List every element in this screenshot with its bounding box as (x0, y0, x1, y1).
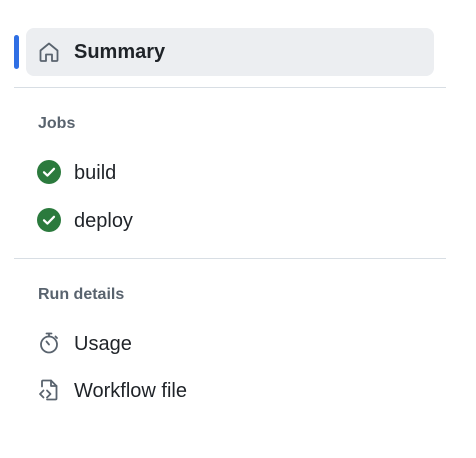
summary-nav-item[interactable]: Summary (26, 28, 434, 76)
file-code-icon (37, 378, 61, 402)
job-item-deploy[interactable]: deploy (26, 200, 434, 240)
divider (14, 258, 446, 259)
job-label: deploy (74, 210, 133, 232)
divider (14, 87, 446, 88)
job-item-build[interactable]: build (26, 152, 434, 192)
usage-nav-item[interactable]: Usage (26, 323, 434, 363)
summary-label: Summary (74, 41, 166, 63)
check-circle-icon (37, 208, 61, 232)
check-circle-icon (37, 160, 61, 184)
workflow-file-label: Workflow file (74, 380, 187, 402)
run-details-section-title: Run details (38, 286, 125, 303)
stopwatch-icon (37, 331, 61, 355)
active-indicator (14, 35, 19, 69)
usage-label: Usage (74, 333, 132, 355)
run-sidebar-nav: Summary Jobs build deploy Run details Us… (0, 0, 476, 458)
home-icon (37, 40, 61, 64)
jobs-section-title: Jobs (38, 115, 76, 132)
workflow-file-nav-item[interactable]: Workflow file (26, 370, 434, 410)
job-label: build (74, 162, 117, 184)
